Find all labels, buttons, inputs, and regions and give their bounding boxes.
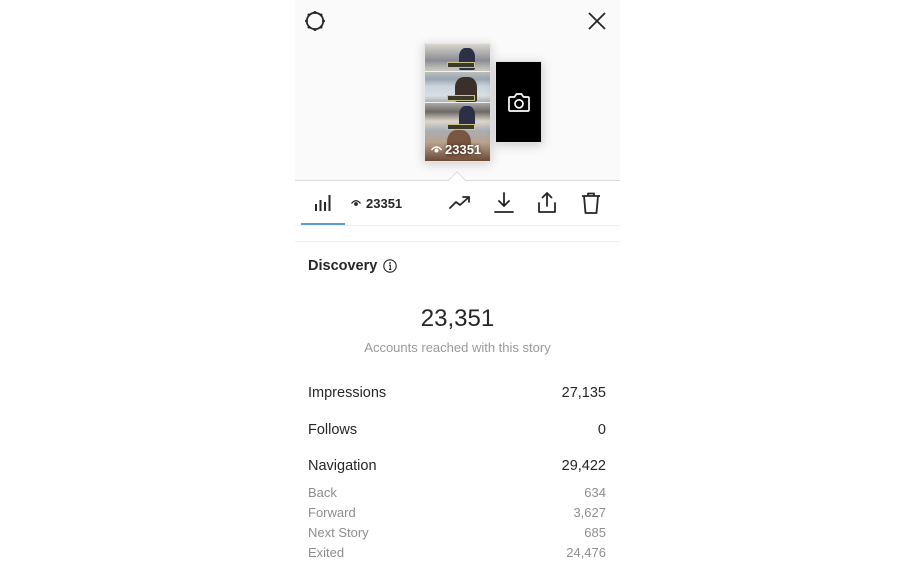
story-tray: 23351 [295, 0, 620, 181]
trending-up-icon[interactable] [448, 191, 472, 215]
navigation-label: Exited [308, 545, 345, 560]
accounts-reached-label: Accounts reached with this story [364, 340, 551, 355]
navigation-value: 3,627 [573, 505, 606, 520]
navigation-value: 634 [584, 485, 606, 500]
download-icon[interactable] [492, 191, 516, 215]
story-insights-screen: 23351 23351 Discovery 23,351 Accounts re… [295, 0, 620, 580]
metric-label: Follows [308, 422, 358, 438]
metric-row-follows: Follows 0 [308, 422, 606, 438]
story-caption [447, 95, 475, 101]
metric-value: 29,422 [561, 458, 606, 474]
eye-icon [431, 146, 442, 153]
metric-label: Navigation [308, 458, 377, 474]
camera-icon [507, 93, 530, 112]
metric-label: Impressions [308, 385, 387, 401]
accounts-reached-value: 23,351 [420, 305, 495, 332]
share-icon[interactable] [535, 191, 559, 215]
section-title: Discovery [308, 258, 378, 274]
viewers-count: 23351 [366, 195, 403, 211]
navigation-row-back: Back 634 [308, 485, 606, 500]
toolbar-divider [295, 225, 620, 226]
navigation-row-next-story: Next Story 685 [308, 525, 606, 540]
tab-insights[interactable] [301, 181, 345, 224]
bar-chart-icon [315, 194, 331, 211]
navigation-row-exited: Exited 24,476 [308, 545, 606, 560]
thumbnail-view-count: 23351 [431, 142, 481, 157]
navigation-label: Next Story [308, 525, 369, 540]
gear-icon[interactable] [304, 10, 326, 32]
metric-row-navigation: Navigation 29,422 [308, 458, 606, 474]
metric-row-impressions: Impressions 27,135 [308, 385, 606, 401]
navigation-row-forward: Forward 3,627 [308, 505, 606, 520]
close-icon[interactable] [588, 12, 606, 30]
info-icon[interactable] [383, 259, 397, 273]
story-caption [447, 62, 475, 68]
story-toolbar: 23351 [295, 181, 620, 225]
eye-icon [351, 200, 361, 206]
story-thumbnail[interactable]: 23351 [424, 43, 491, 162]
trash-icon[interactable] [579, 191, 603, 215]
navigation-label: Forward [308, 505, 356, 520]
metric-value: 0 [597, 422, 606, 438]
thumbnail-views-text: 23351 [445, 142, 482, 157]
panel-separator [425, 71, 490, 72]
navigation-value: 685 [584, 525, 606, 540]
navigation-value: 24,476 [566, 545, 606, 560]
add-story-tile[interactable] [495, 61, 542, 143]
panel-separator [425, 102, 490, 103]
metric-value: 27,135 [561, 385, 606, 401]
section-divider [295, 241, 620, 242]
navigation-label: Back [308, 485, 337, 500]
tab-viewers[interactable]: 23351 [351, 181, 402, 225]
